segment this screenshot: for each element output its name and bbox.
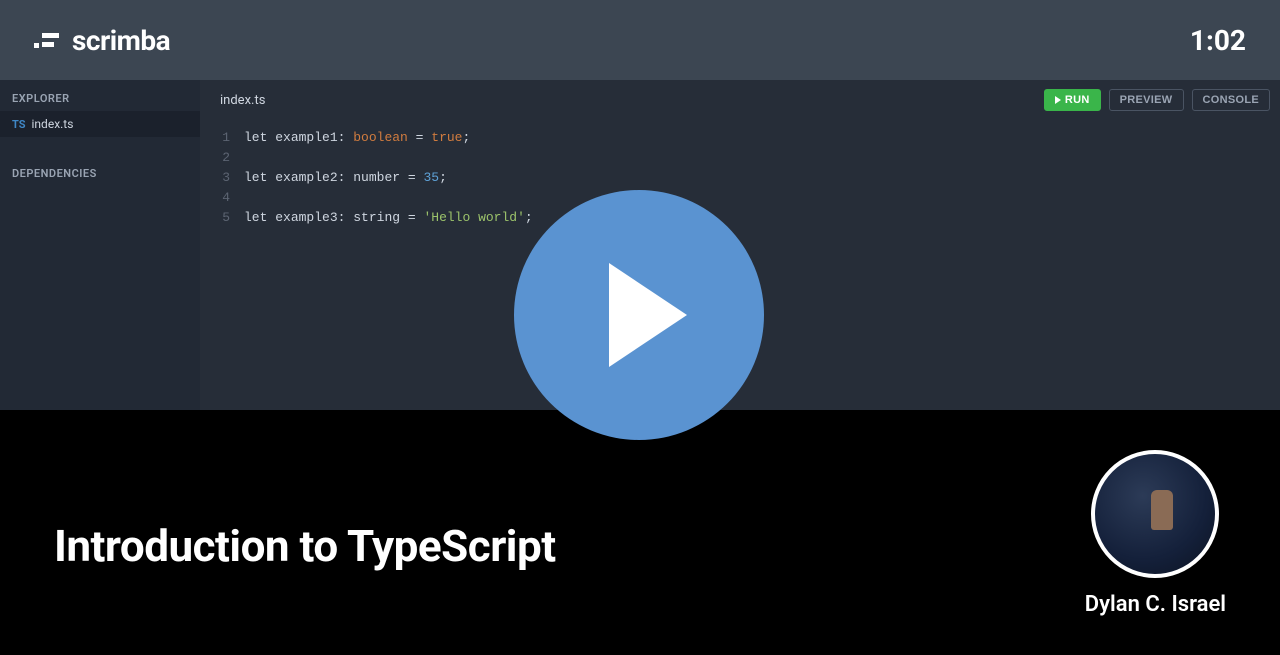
code-content: let example1: boolean = true; let exampl…	[244, 128, 533, 228]
editor-button-group: RUN PREVIEW CONSOLE	[1044, 89, 1270, 111]
run-button[interactable]: RUN	[1044, 89, 1101, 111]
line-gutter: 12345	[200, 128, 244, 228]
code-editor[interactable]: 12345 let example1: boolean = true; let …	[200, 120, 1280, 228]
run-button-label: RUN	[1065, 94, 1090, 106]
author-name: Dylan C. Israel	[1085, 592, 1226, 617]
top-bar: scrimba 1:02	[0, 0, 1280, 80]
sidebar: EXPLORER TS index.ts DEPENDENCIES	[0, 80, 200, 410]
sidebar-dependencies-label: DEPENDENCIES	[0, 155, 200, 186]
preview-button-label: PREVIEW	[1120, 94, 1173, 106]
editor-header: index.ts RUN PREVIEW CONSOLE	[200, 80, 1280, 120]
ts-badge-icon: TS	[12, 118, 26, 131]
sidebar-explorer-label: EXPLORER	[0, 80, 200, 111]
brand-mark-icon	[34, 30, 60, 50]
console-button[interactable]: CONSOLE	[1192, 89, 1271, 111]
play-video-button[interactable]	[514, 190, 764, 440]
brand-name: scrimba	[72, 24, 170, 57]
file-item-index-ts[interactable]: TS index.ts	[0, 111, 200, 137]
tab-index-ts[interactable]: index.ts	[220, 93, 265, 108]
brand-logo[interactable]: scrimba	[34, 24, 170, 57]
file-name: index.ts	[32, 117, 74, 131]
author-box: Dylan C. Israel	[1085, 450, 1226, 617]
lesson-title: Introduction to TypeScript	[54, 520, 556, 572]
lesson-info-panel: Introduction to TypeScript Dylan C. Isra…	[0, 410, 1280, 655]
play-icon	[1055, 96, 1061, 104]
author-avatar[interactable]	[1091, 450, 1219, 578]
preview-button[interactable]: PREVIEW	[1109, 89, 1184, 111]
console-button-label: CONSOLE	[1203, 94, 1260, 106]
timecode: 1:02	[1190, 24, 1246, 57]
play-icon	[609, 263, 687, 367]
